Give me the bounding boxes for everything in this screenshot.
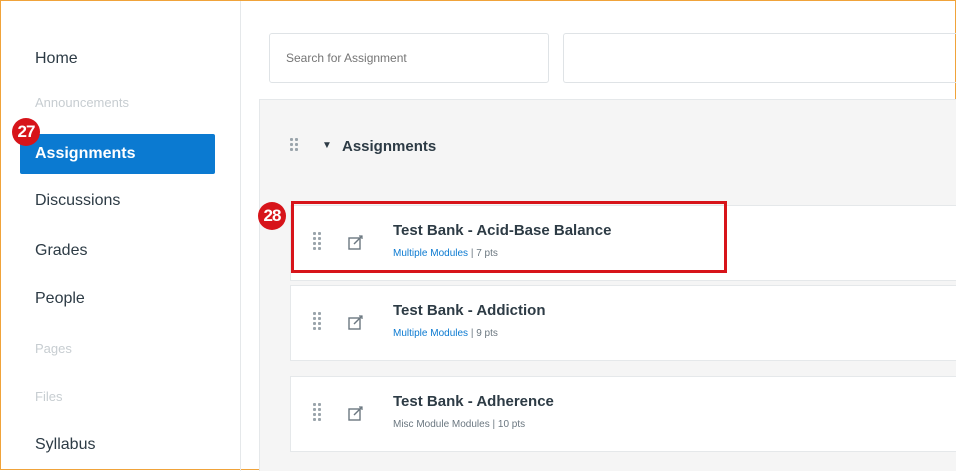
screenshot-frame: Home Announcements Assignments Discussio…: [0, 0, 956, 471]
drag-handle-icon[interactable]: [290, 138, 298, 151]
nav-item-syllabus[interactable]: Syllabus: [20, 427, 215, 463]
assignment-group-title: Assignments: [342, 138, 437, 155]
assignment-row[interactable]: Test Bank - Adherence Misc Module Module…: [290, 376, 956, 452]
course-navigation: Home Announcements Assignments Discussio…: [20, 1, 240, 471]
meta-separator: |: [470, 248, 474, 259]
points-label: 7 pts: [476, 248, 498, 259]
assignment-meta: Multiple Modules | 7 pts: [393, 248, 498, 259]
assignment-search-input[interactable]: [269, 33, 549, 83]
assignment-icon: [348, 235, 363, 250]
assignment-meta: Multiple Modules | 9 pts: [393, 328, 498, 339]
drag-handle-icon[interactable]: [313, 312, 321, 330]
nav-item-announcements[interactable]: Announcements: [20, 85, 215, 121]
meta-separator: |: [470, 328, 474, 339]
drag-handle-icon[interactable]: [313, 403, 321, 421]
assignment-icon: [348, 315, 363, 330]
points-label: 10 pts: [497, 419, 526, 430]
sidebar-divider: [240, 1, 241, 471]
caret-down-icon[interactable]: ▼: [322, 140, 332, 151]
assignment-title-link[interactable]: Test Bank - Acid-Base Balance: [393, 222, 611, 239]
step-badge-28: 28: [258, 202, 286, 230]
nav-item-grades[interactable]: Grades: [20, 233, 215, 269]
nav-item-discussions[interactable]: Discussions: [20, 183, 215, 219]
nav-item-assignments[interactable]: Assignments: [20, 134, 215, 174]
nav-item-pages[interactable]: Pages: [20, 331, 215, 367]
assignment-icon: [348, 406, 363, 421]
modules-text: Misc Module Modules: [393, 419, 490, 430]
points-label: 9 pts: [476, 328, 498, 339]
assignment-row[interactable]: Test Bank - Acid-Base Balance Multiple M…: [290, 205, 956, 281]
toolbar-area: [563, 33, 956, 83]
nav-item-files[interactable]: Files: [20, 379, 215, 415]
assignment-group: ▼ Assignments Test Bank - Acid-Base Bala…: [259, 99, 956, 471]
nav-item-people[interactable]: People: [20, 281, 215, 317]
modules-link[interactable]: Multiple Modules: [393, 328, 468, 339]
drag-handle-icon[interactable]: [313, 232, 321, 250]
assignment-row[interactable]: Test Bank - Addiction Multiple Modules |…: [290, 285, 956, 361]
assignment-meta: Misc Module Modules | 10 pts: [393, 419, 525, 430]
assignment-title-link[interactable]: Test Bank - Adherence: [393, 393, 554, 410]
modules-link[interactable]: Multiple Modules: [393, 248, 468, 259]
step-badge-27: 27: [12, 118, 40, 146]
nav-item-home[interactable]: Home: [20, 41, 215, 77]
assignment-group-header[interactable]: ▼ Assignments: [260, 100, 956, 196]
meta-separator: |: [492, 419, 496, 430]
assignment-title-link[interactable]: Test Bank - Addiction: [393, 302, 546, 319]
